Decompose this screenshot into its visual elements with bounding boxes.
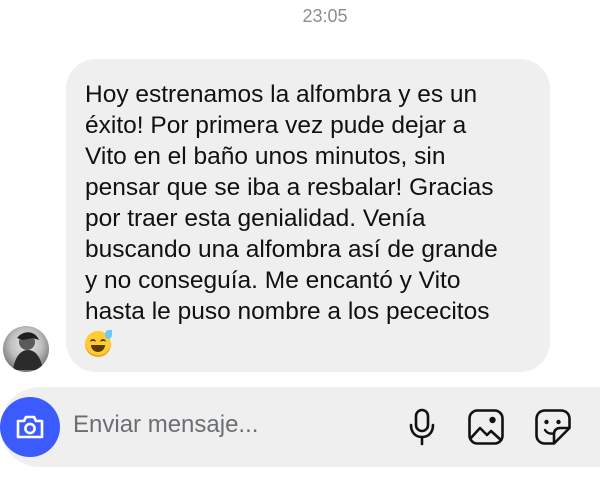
message-input[interactable] xyxy=(73,411,373,439)
received-message-bubble[interactable]: Hoy estrenamos la alfombra y es un éxito… xyxy=(66,59,550,372)
avatar[interactable] xyxy=(3,326,49,372)
image-icon xyxy=(468,409,504,445)
message-timestamp: 23:05 xyxy=(302,6,348,26)
camera-icon xyxy=(16,415,44,439)
message-text: Hoy estrenamos la alfombra y es un éxito… xyxy=(85,81,498,325)
microphone-icon xyxy=(409,408,435,446)
sticker-button[interactable] xyxy=(533,407,573,447)
gallery-button[interactable] xyxy=(466,407,506,447)
sticker-icon xyxy=(535,409,571,445)
camera-button[interactable] xyxy=(0,397,60,457)
grinning-sweat-emoji-icon xyxy=(85,330,112,357)
message-composer xyxy=(0,387,600,467)
voice-message-button[interactable] xyxy=(402,407,442,447)
